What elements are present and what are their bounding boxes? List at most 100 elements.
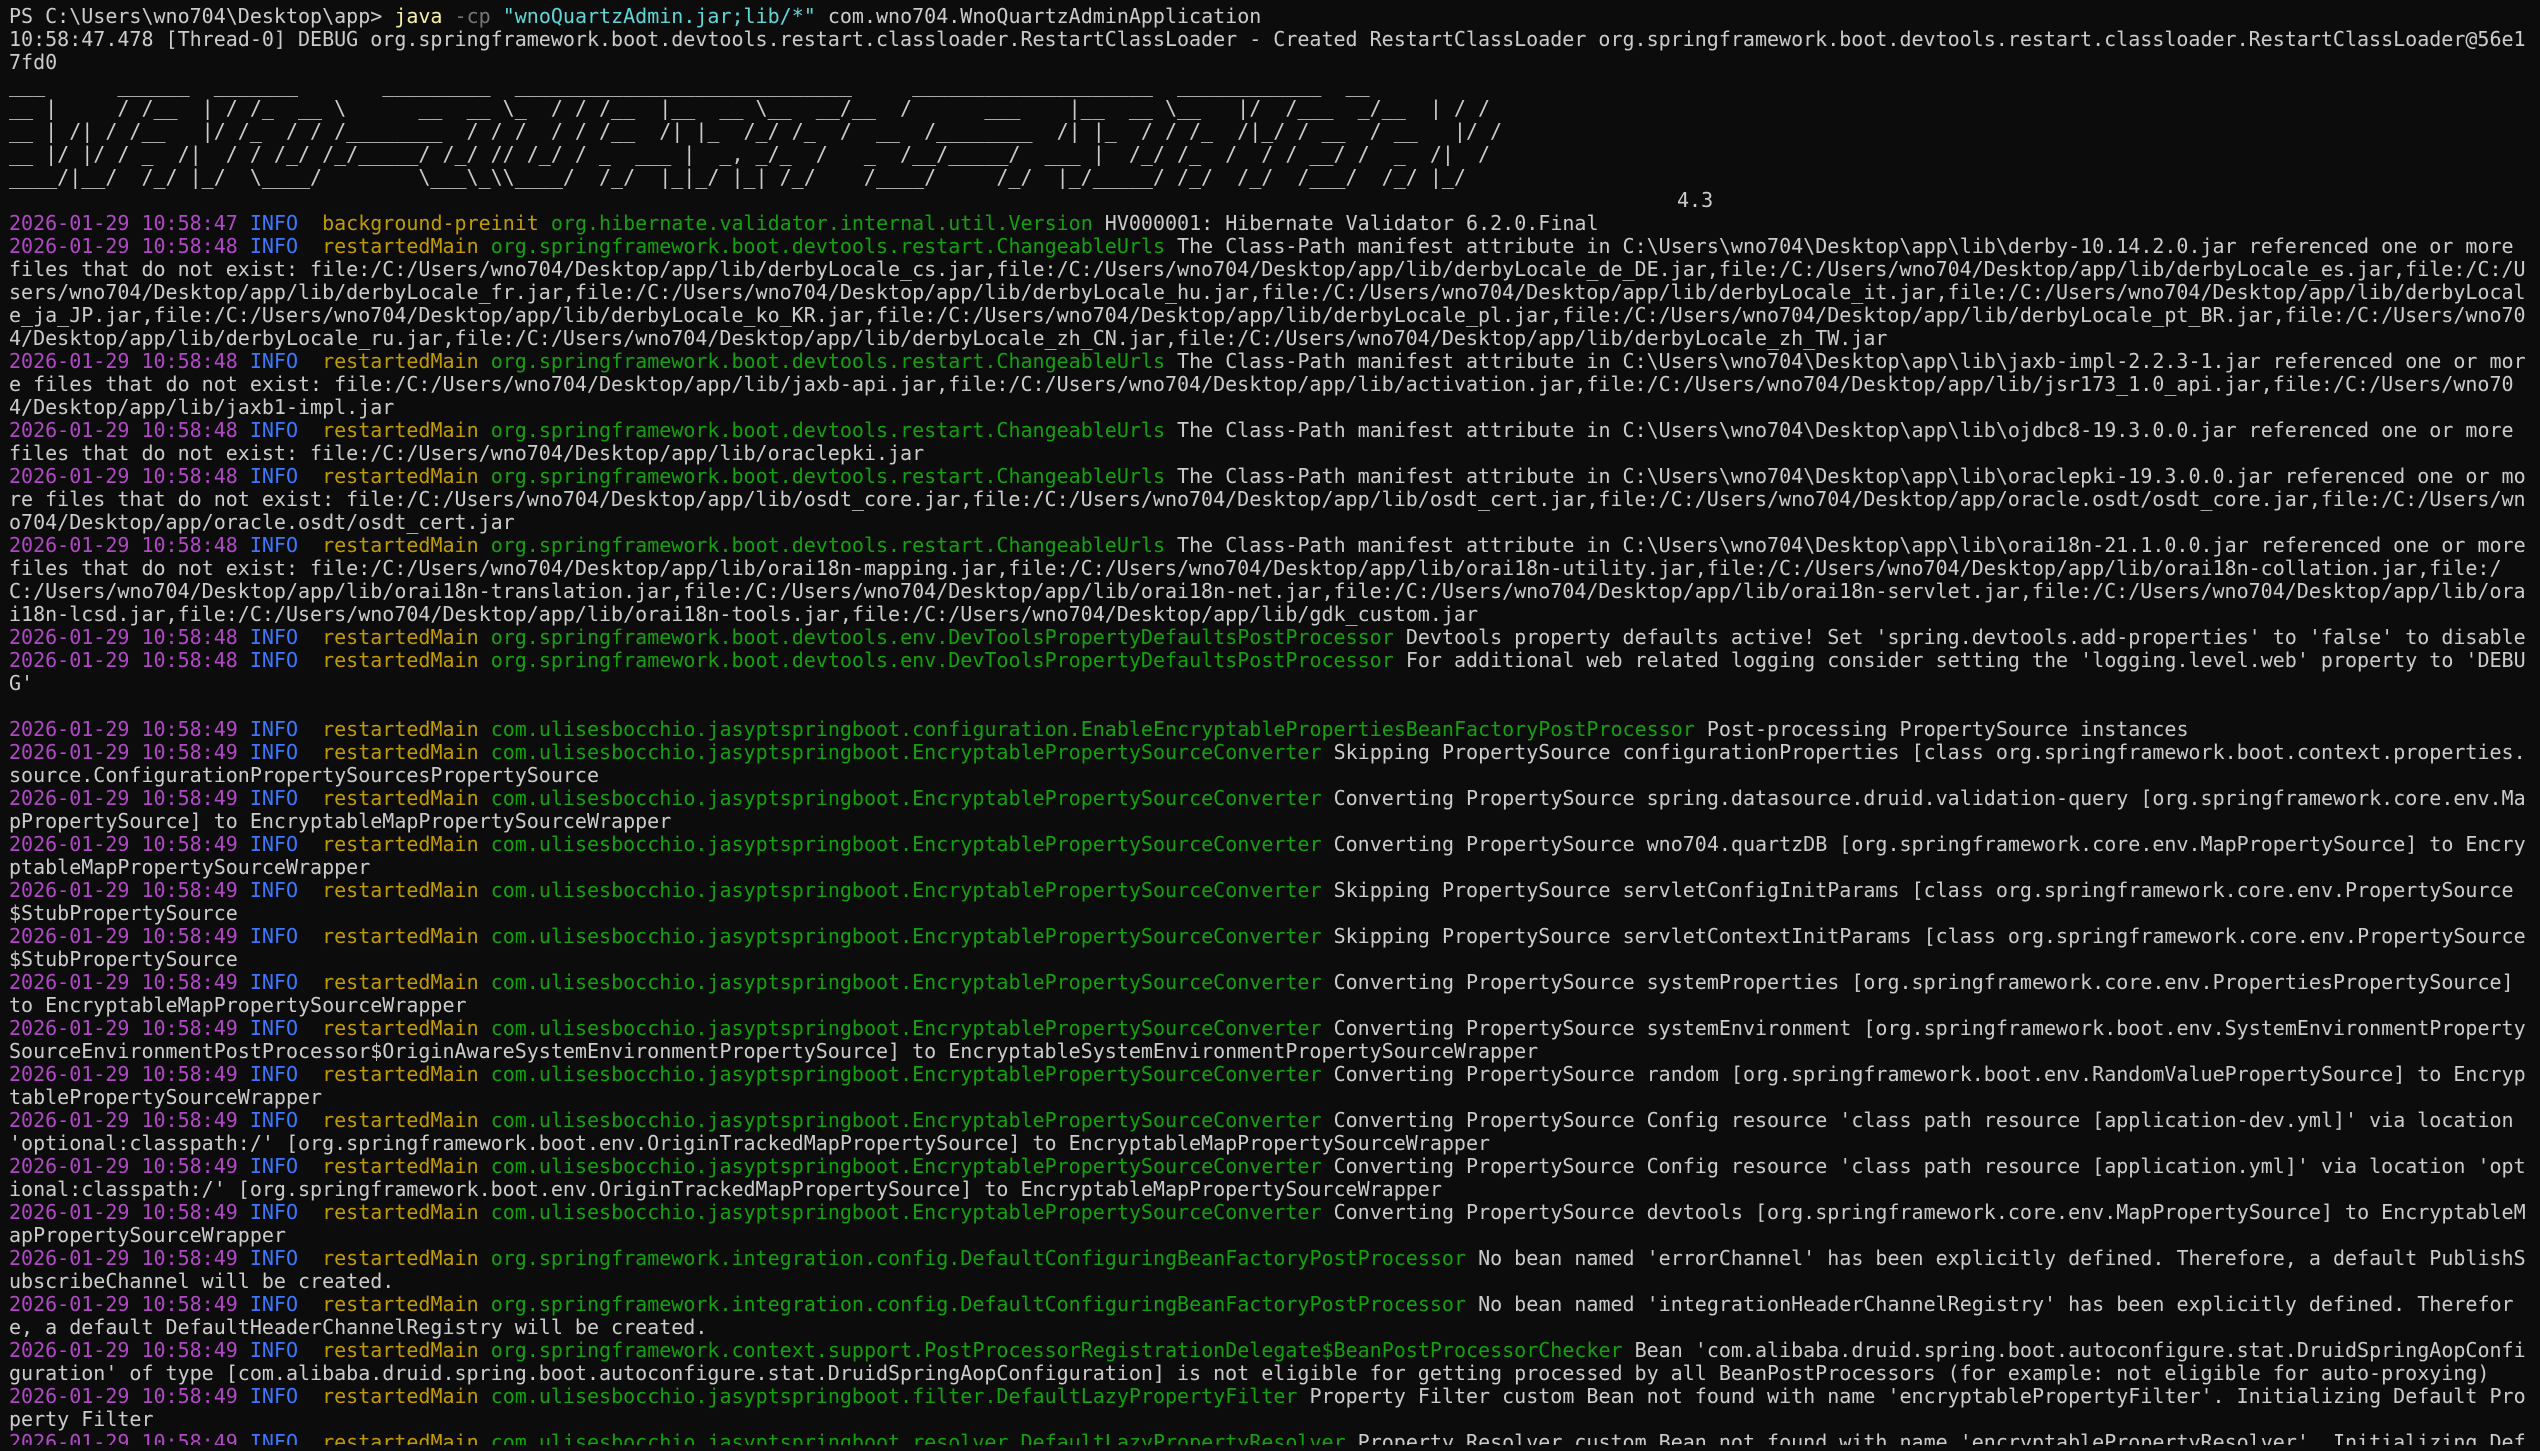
log-entry: 2026-01-29 10:58:49 INFO restartedMain o… xyxy=(9,1339,2531,1385)
terminal-output[interactable]: PS C:\Users\wno704\Desktop\app> java -cp… xyxy=(9,5,2531,1445)
log-level: INFO xyxy=(249,786,298,810)
log-entry: 2026-01-29 10:58:49 INFO restartedMain c… xyxy=(9,1017,2531,1063)
log-thread: restartedMain xyxy=(322,533,479,557)
log-entry: 2026-01-29 10:58:48 INFO restartedMain o… xyxy=(9,350,2531,419)
log-date: 2026-01-29 10:58:49 xyxy=(9,878,238,902)
log-entry: 2026-01-29 10:58:48 INFO restartedMain o… xyxy=(9,465,2531,534)
log-message: HV000001: Hibernate Validator 6.2.0.Fina… xyxy=(1104,211,1599,235)
banner-line: __ | /| / /__ |/ /_ / / /________ / / / … xyxy=(9,119,1503,143)
log-entry: 2026-01-29 10:58:49 INFO restartedMain c… xyxy=(9,1109,2531,1155)
log-thread: restartedMain xyxy=(322,970,479,994)
log-thread: restartedMain xyxy=(322,878,479,902)
log-level: INFO xyxy=(249,924,298,948)
log-logger: com.ulisesbocchio.jasyptspringboot.Encry… xyxy=(490,1108,1322,1132)
log-logger: org.springframework.integration.config.D… xyxy=(490,1292,1467,1316)
log-date: 2026-01-29 10:58:48 xyxy=(9,625,238,649)
log-entry: 2026-01-29 10:58:49 INFO restartedMain c… xyxy=(9,879,2531,925)
log-thread: background-preinit xyxy=(322,211,539,235)
log-logger: org.springframework.boot.devtools.restar… xyxy=(490,533,1165,557)
log-level: INFO xyxy=(249,1200,298,1224)
command-program: java xyxy=(394,5,443,28)
log-entry: 2026-01-29 10:58:49 INFO restartedMain c… xyxy=(9,1155,2531,1201)
log-entry: 2026-01-29 10:58:48 INFO restartedMain o… xyxy=(9,626,2531,649)
log-date: 2026-01-29 10:58:49 xyxy=(9,1108,238,1132)
log-level: INFO xyxy=(249,533,298,557)
log-date: 2026-01-29 10:58:48 xyxy=(9,418,238,442)
log-date: 2026-01-29 10:58:49 xyxy=(9,1292,238,1316)
log-level: INFO xyxy=(249,418,298,442)
log-date: 2026-01-29 10:58:49 xyxy=(9,1016,238,1040)
banner-line: ___ ______ _______ _________ ___________… xyxy=(9,73,1370,97)
log-date: 2026-01-29 10:58:49 xyxy=(9,740,238,764)
log-date: 2026-01-29 10:58:49 xyxy=(9,1154,238,1178)
log-level: INFO xyxy=(249,625,298,649)
log-date: 2026-01-29 10:58:48 xyxy=(9,234,238,258)
log-thread: restartedMain xyxy=(322,1200,479,1224)
log-entry: 2026-01-29 10:58:49 INFO restartedMain c… xyxy=(9,1201,2531,1247)
log-date: 2026-01-29 10:58:49 xyxy=(9,786,238,810)
log-logger: com.ulisesbocchio.jasyptspringboot.filte… xyxy=(490,1384,1298,1408)
log-entry: 2026-01-29 10:58:49 INFO restartedMain c… xyxy=(9,1430,2531,1446)
log-logger: org.hibernate.validator.internal.util.Ve… xyxy=(550,211,1093,235)
log-level: INFO xyxy=(249,648,298,672)
log-entry xyxy=(9,695,2531,718)
log-thread: restartedMain xyxy=(322,349,479,373)
log-logger: com.ulisesbocchio.jasyptspringboot.resol… xyxy=(490,1430,1346,1446)
log-logger: com.ulisesbocchio.jasyptspringboot.Encry… xyxy=(490,878,1322,902)
banner-line: __ |/ |/ / _ /| / / /_/ /_/_____/ /_/ //… xyxy=(9,142,1491,166)
log-date: 2026-01-29 10:58:49 xyxy=(9,832,238,856)
log-logger: com.ulisesbocchio.jasyptspringboot.Encry… xyxy=(490,970,1322,994)
log-entry: 2026-01-29 10:58:48 INFO restartedMain o… xyxy=(9,235,2531,350)
log-thread: restartedMain xyxy=(322,786,479,810)
log-entry: 2026-01-29 10:58:48 INFO restartedMain o… xyxy=(9,649,2531,695)
log-thread: restartedMain xyxy=(322,234,479,258)
log-thread: restartedMain xyxy=(322,418,479,442)
log-logger: com.ulisesbocchio.jasyptspringboot.Encry… xyxy=(490,1016,1322,1040)
prompt-line: PS C:\Users\wno704\Desktop\app> java -cp… xyxy=(9,5,2531,28)
log-thread: restartedMain xyxy=(322,1338,479,1362)
log-logger: com.ulisesbocchio.jasyptspringboot.Encry… xyxy=(490,1200,1322,1224)
log-entry: 2026-01-29 10:58:47 INFO background-prei… xyxy=(9,212,2531,235)
log-logger: com.ulisesbocchio.jasyptspringboot.Encry… xyxy=(490,786,1322,810)
log-level: INFO xyxy=(249,1292,298,1316)
log-thread: restartedMain xyxy=(322,1430,479,1446)
log-level: INFO xyxy=(249,234,298,258)
log-date: 2026-01-29 10:58:49 xyxy=(9,924,238,948)
log-logger: org.springframework.boot.devtools.restar… xyxy=(490,234,1165,258)
log-thread: restartedMain xyxy=(322,625,479,649)
prompt: PS C:\Users\wno704\Desktop\app> xyxy=(9,5,395,28)
log-logger: org.springframework.boot.devtools.restar… xyxy=(490,418,1165,442)
banner-version: 4.3 xyxy=(1677,188,1714,212)
log-entry: 2026-01-29 10:58:49 INFO restartedMain c… xyxy=(9,925,2531,971)
banner-line: ____/|__/ /_/ |_/ \____/ \___\_\\____/ /… xyxy=(9,165,1466,189)
log-thread: restartedMain xyxy=(322,1062,479,1086)
command-flag: -cp xyxy=(454,5,491,28)
log-level: INFO xyxy=(249,211,298,235)
log-logger: com.ulisesbocchio.jasyptspringboot.Encry… xyxy=(490,832,1322,856)
log-date: 2026-01-29 10:58:48 xyxy=(9,533,238,557)
log-logger: org.springframework.boot.devtools.env.De… xyxy=(490,648,1394,672)
log-logger: com.ulisesbocchio.jasyptspringboot.confi… xyxy=(490,717,1695,741)
log-date: 2026-01-29 10:58:47 xyxy=(9,211,238,235)
log-entry: 2026-01-29 10:58:49 INFO restartedMain c… xyxy=(9,971,2531,1017)
log-level: INFO xyxy=(249,717,298,741)
log-date: 2026-01-29 10:58:48 xyxy=(9,648,238,672)
log-thread: restartedMain xyxy=(322,1108,479,1132)
log-thread: restartedMain xyxy=(322,1246,479,1270)
log-message: Post-processing PropertySource instances xyxy=(1706,717,2189,741)
log-thread: restartedMain xyxy=(322,740,479,764)
log-message: Devtools property defaults active! Set '… xyxy=(1405,625,2526,649)
log-date: 2026-01-29 10:58:48 xyxy=(9,464,238,488)
log-level: INFO xyxy=(249,1246,298,1270)
log-thread: restartedMain xyxy=(322,1292,479,1316)
log-level: INFO xyxy=(249,1430,298,1446)
log-date: 2026-01-29 10:58:49 xyxy=(9,1384,238,1408)
log-date: 2026-01-29 10:58:48 xyxy=(9,349,238,373)
log-entry: 2026-01-29 10:58:48 INFO restartedMain o… xyxy=(9,534,2531,626)
log-thread: restartedMain xyxy=(322,717,479,741)
log-thread: restartedMain xyxy=(322,924,479,948)
log-level: INFO xyxy=(249,1338,298,1362)
log-thread: restartedMain xyxy=(322,1154,479,1178)
log-level: INFO xyxy=(249,349,298,373)
log-entry: 2026-01-29 10:58:49 INFO restartedMain c… xyxy=(9,1063,2531,1109)
